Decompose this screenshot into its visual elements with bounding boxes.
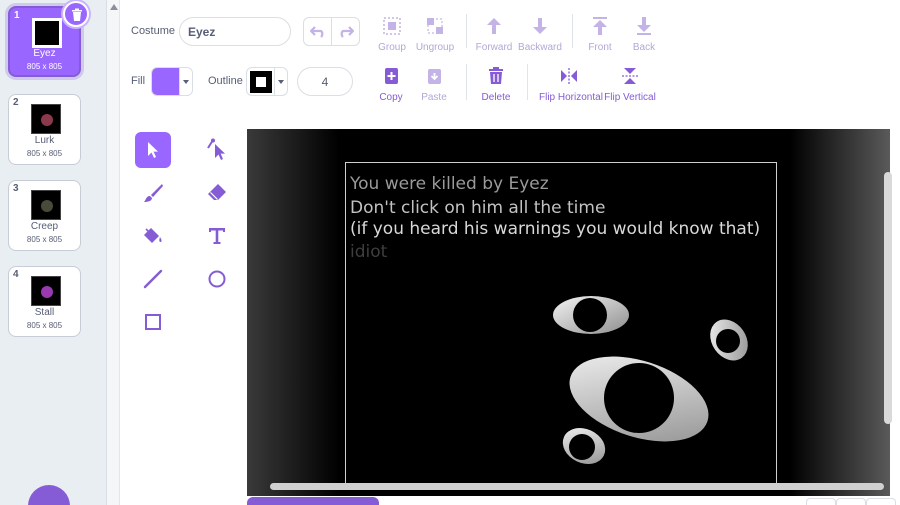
trash-icon xyxy=(489,67,503,84)
costume-thumbnail xyxy=(31,104,61,134)
add-costume-button[interactable] xyxy=(28,485,70,505)
costume-name: Creep xyxy=(30,221,59,232)
group-icon xyxy=(383,17,401,35)
costume-name: Eyez xyxy=(33,48,56,59)
costume-thumbnail xyxy=(32,18,62,48)
costume-size: 805 x 805 xyxy=(26,321,63,330)
copy-icon xyxy=(385,68,398,84)
trash-icon xyxy=(72,8,82,21)
eraser-icon xyxy=(208,184,226,200)
zoom-out-button[interactable] xyxy=(806,498,836,505)
costume-name-input[interactable]: Eyez xyxy=(179,17,291,46)
costume-number: 3 xyxy=(13,183,19,194)
redo-button[interactable] xyxy=(331,18,359,45)
redo-icon xyxy=(340,25,354,38)
delete-costume-button[interactable] xyxy=(63,1,89,27)
cursor-arrow-icon xyxy=(148,142,158,158)
flip-horizontal-icon xyxy=(561,68,577,84)
fill-color-picker[interactable] xyxy=(151,67,193,96)
text-icon xyxy=(209,228,225,244)
fill-label: Fill xyxy=(131,75,146,87)
zoom-in-button[interactable] xyxy=(866,498,896,505)
text-tool[interactable] xyxy=(199,218,235,254)
costume-size: 805 x 805 xyxy=(26,235,63,244)
fill-tool[interactable] xyxy=(135,218,171,254)
flip-vertical-button[interactable]: Flip Vertical xyxy=(600,66,660,103)
costume-name: Lurk xyxy=(34,135,55,146)
costume-list: 1 Eyez 805 x 805 2 Lurk 805 x 805 3 Cree… xyxy=(0,0,107,505)
paste-button[interactable]: Paste xyxy=(404,66,464,103)
undo-icon xyxy=(309,25,324,38)
brush-tool[interactable] xyxy=(135,175,171,211)
flip-horizontal-button[interactable]: Flip Horizontal xyxy=(539,66,603,103)
send-to-back-icon xyxy=(637,17,651,35)
costume-name: Stall xyxy=(34,307,55,318)
outline-color-picker[interactable] xyxy=(246,67,288,96)
costume-item-creep[interactable]: 3 Creep 805 x 805 xyxy=(8,180,81,251)
costume-size: 805 x 805 xyxy=(26,62,63,71)
costume-number: 1 xyxy=(14,10,20,21)
paint-editor: 1 Eyez 805 x 805 2 Lurk 805 x 805 3 Cree… xyxy=(0,0,900,505)
toolbar-divider xyxy=(527,64,528,100)
flip-vertical-icon xyxy=(622,68,638,84)
eyes-drawing xyxy=(553,296,748,464)
undo-redo-group xyxy=(303,17,360,46)
reshape-icon xyxy=(207,138,225,160)
rectangle-tool[interactable] xyxy=(135,304,171,340)
outline-swatch xyxy=(247,68,275,95)
undo-button[interactable] xyxy=(304,18,331,45)
costume-number: 2 xyxy=(13,97,19,108)
line-tool[interactable] xyxy=(135,261,171,297)
ungroup-icon xyxy=(427,18,443,34)
ungroup-button[interactable]: Ungroup xyxy=(405,16,465,53)
canvas-vertical-scrollbar[interactable] xyxy=(884,172,892,424)
paste-icon xyxy=(428,69,441,84)
outline-width-input[interactable]: 4 xyxy=(297,67,353,96)
delete-button[interactable]: Delete xyxy=(466,66,526,103)
chevron-down-icon xyxy=(275,68,286,95)
line-icon xyxy=(143,269,163,289)
rectangle-icon xyxy=(145,314,161,330)
convert-mode-button[interactable] xyxy=(247,497,379,505)
paint-bucket-icon xyxy=(144,228,162,243)
thumbnail-blob xyxy=(41,286,53,298)
brush-icon xyxy=(144,184,163,202)
reshape-tool[interactable] xyxy=(199,132,235,168)
canvas-horizontal-scrollbar[interactable] xyxy=(270,483,884,490)
outline-label: Outline xyxy=(208,75,243,87)
costume-number: 4 xyxy=(13,269,19,280)
costume-list-scrollbar[interactable] xyxy=(107,0,120,505)
costume-thumbnail xyxy=(31,190,61,220)
thumbnail-blob xyxy=(41,114,53,126)
scroll-up-icon xyxy=(110,4,118,10)
eraser-tool[interactable] xyxy=(199,175,235,211)
paint-canvas[interactable]: You were killed by Eyez Don't click on h… xyxy=(247,129,890,496)
chevron-down-icon xyxy=(180,68,191,95)
bring-to-front-icon xyxy=(593,17,607,35)
arrow-up-icon xyxy=(487,18,501,34)
costume-item-stall[interactable]: 4 Stall 805 x 805 xyxy=(8,266,81,337)
zoom-reset-button[interactable] xyxy=(836,498,866,505)
circle-icon xyxy=(208,270,226,288)
thumbnail-blob xyxy=(41,200,53,212)
arrow-down-icon xyxy=(533,18,547,34)
costume-thumbnail xyxy=(31,276,61,306)
backward-button[interactable]: Backward xyxy=(510,16,570,53)
costume-item-lurk[interactable]: 2 Lurk 805 x 805 xyxy=(8,94,81,165)
circle-tool[interactable] xyxy=(199,261,235,297)
select-tool[interactable] xyxy=(135,132,171,168)
costume-size: 805 x 805 xyxy=(26,149,63,158)
costume-label: Costume xyxy=(131,25,176,37)
back-button[interactable]: Back xyxy=(614,16,674,53)
fill-swatch xyxy=(152,68,180,95)
